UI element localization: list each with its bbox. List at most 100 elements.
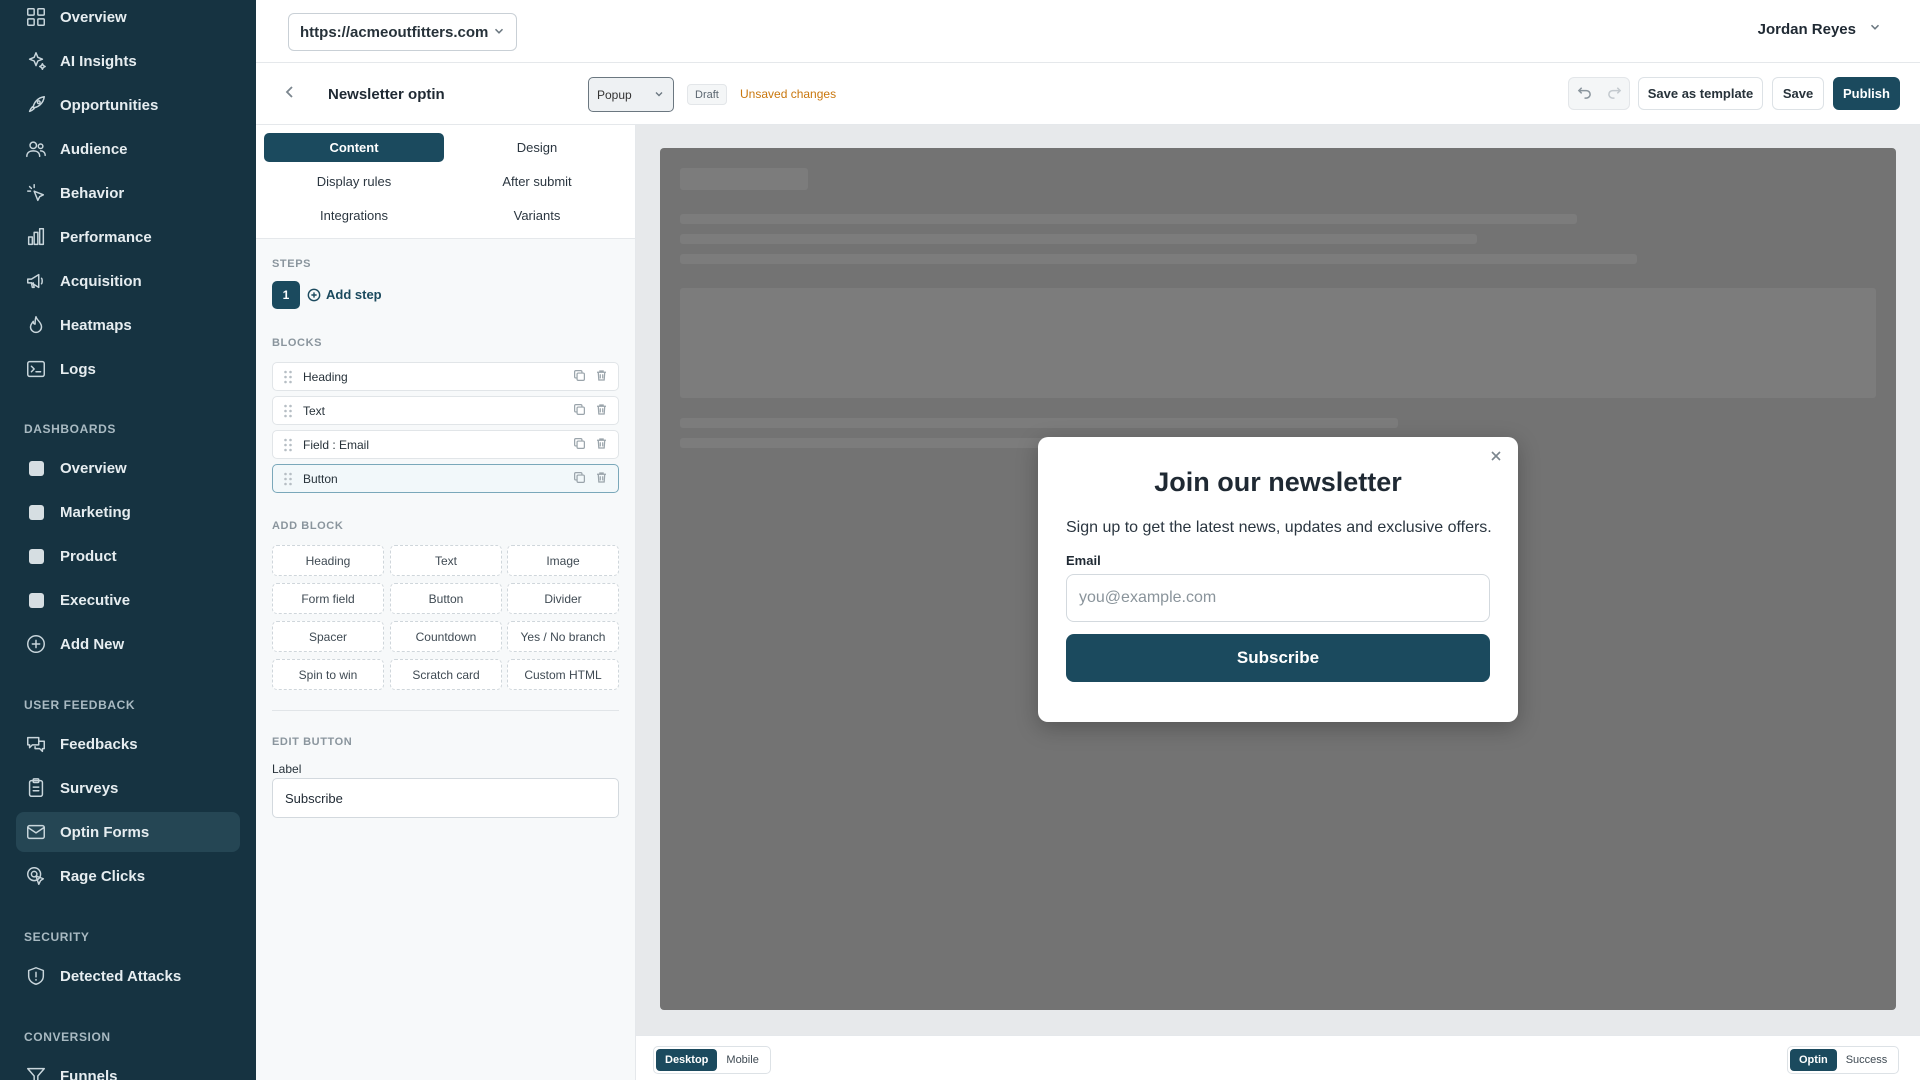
top-bar: https://acmeoutfitters.com Jordan Reyes xyxy=(256,0,1920,63)
popup-subscribe-button[interactable]: Subscribe xyxy=(1066,634,1490,682)
add-block-image[interactable]: Image xyxy=(507,545,619,576)
sidebar-item-opportunities[interactable]: Opportunities xyxy=(16,85,240,125)
sidebar-section-user-feedback: USER FEEDBACK xyxy=(24,698,136,712)
tab-content[interactable]: Content xyxy=(264,133,444,162)
popup-text: Sign up to get the latest news, updates … xyxy=(1066,519,1492,536)
state-toggle: Optin Success xyxy=(1787,1046,1900,1074)
sidebar-item-behavior[interactable]: Behavior xyxy=(16,173,240,213)
add-block-yes-no-branch[interactable]: Yes / No branch xyxy=(507,621,619,652)
popup-email-label: Email xyxy=(1066,553,1101,568)
block-row-heading[interactable]: Heading xyxy=(272,362,619,391)
trash-icon[interactable] xyxy=(590,437,612,450)
undo-icon[interactable] xyxy=(1577,84,1592,104)
sidebar-item-optin-forms[interactable]: Optin Forms xyxy=(16,812,240,852)
back-button[interactable] xyxy=(282,84,302,104)
sidebar-item-detected-attacks[interactable]: Detected Attacks xyxy=(16,956,240,996)
step-1-badge[interactable]: 1 xyxy=(272,281,300,309)
drag-handle-icon[interactable] xyxy=(273,403,303,419)
duplicate-icon[interactable] xyxy=(568,437,590,450)
sidebar-item-feedbacks[interactable]: Feedbacks xyxy=(16,724,240,764)
sidebar-item-heatmaps[interactable]: Heatmaps xyxy=(16,305,240,345)
skeleton-line xyxy=(680,234,1477,244)
duplicate-icon[interactable] xyxy=(568,369,590,382)
device-desktop-button[interactable]: Desktop xyxy=(656,1049,718,1071)
site-url-select[interactable]: https://acmeoutfitters.com xyxy=(288,13,517,51)
sidebar-item-dashboard-overview[interactable]: Overview xyxy=(16,448,240,488)
sidebar-item-label: Heatmaps xyxy=(60,316,132,334)
tab-display-rules[interactable]: Display rules xyxy=(264,167,444,196)
user-menu[interactable]: Jordan Reyes xyxy=(1758,20,1882,38)
add-block-heading[interactable]: Heading xyxy=(272,545,384,576)
sidebar-item-audience[interactable]: Audience xyxy=(16,129,240,169)
clipboard-icon xyxy=(24,776,48,800)
redo-icon[interactable] xyxy=(1607,84,1622,104)
device-toggle: Desktop Mobile xyxy=(653,1046,771,1074)
site-url-value: https://acmeoutfitters.com xyxy=(300,23,489,41)
sidebar-item-label: Behavior xyxy=(60,184,125,202)
trash-icon[interactable] xyxy=(590,471,612,484)
sidebar-item-logs[interactable]: Logs xyxy=(16,349,240,389)
tab-design[interactable]: Design xyxy=(447,133,627,162)
sidebar-item-acquisition[interactable]: Acquisition xyxy=(16,261,240,301)
add-block-scratch-card[interactable]: Scratch card xyxy=(390,659,502,690)
sidebar-item-overview[interactable]: Overview xyxy=(16,0,240,37)
sidebar-item-label: Executive xyxy=(60,591,131,609)
tab-variants[interactable]: Variants xyxy=(447,201,627,230)
user-name: Jordan Reyes xyxy=(1757,20,1856,38)
add-block-text[interactable]: Text xyxy=(390,545,502,576)
add-block-divider[interactable]: Divider xyxy=(507,583,619,614)
popup-heading: Join our newsletter xyxy=(1154,467,1402,497)
form-type-select[interactable]: Popup xyxy=(588,77,674,112)
sidebar-item-dashboard-executive[interactable]: Executive xyxy=(16,580,240,620)
add-block-spacer[interactable]: Spacer xyxy=(272,621,384,652)
state-optin-button[interactable]: Optin xyxy=(1790,1049,1837,1071)
block-row-text[interactable]: Text xyxy=(272,396,619,425)
close-icon[interactable] xyxy=(1490,449,1504,463)
sidebar-item-funnels[interactable]: Funnels xyxy=(16,1056,240,1080)
sidebar-item-rage-clicks[interactable]: Rage Clicks xyxy=(16,856,240,896)
sidebar-item-label: Detected Attacks xyxy=(60,967,182,985)
add-block-form-field[interactable]: Form field xyxy=(272,583,384,614)
trash-icon[interactable] xyxy=(590,403,612,416)
add-step-button[interactable]: Add step xyxy=(307,287,382,302)
state-success-button[interactable]: Success xyxy=(1837,1049,1897,1071)
add-block-custom-html[interactable]: Custom HTML xyxy=(507,659,619,690)
sidebar-item-ai-insights[interactable]: AI Insights xyxy=(16,41,240,81)
publish-button[interactable]: Publish xyxy=(1833,77,1900,110)
add-block-countdown[interactable]: Countdown xyxy=(390,621,502,652)
trash-icon[interactable] xyxy=(590,369,612,382)
grid-icon xyxy=(24,5,48,29)
save-button[interactable]: Save xyxy=(1772,77,1824,110)
drag-handle-icon[interactable] xyxy=(273,471,303,487)
block-row-button[interactable]: Button xyxy=(272,464,619,493)
skeleton-line xyxy=(680,254,1637,264)
duplicate-icon[interactable] xyxy=(568,471,590,484)
sidebar-item-label: Acquisition xyxy=(60,272,142,290)
sidebar-item-surveys[interactable]: Surveys xyxy=(16,768,240,808)
sidebar-item-performance[interactable]: Performance xyxy=(16,217,240,257)
blocks-label: BLOCKS xyxy=(272,337,323,349)
sidebar-add-new[interactable]: Add New xyxy=(16,624,240,664)
duplicate-icon[interactable] xyxy=(568,403,590,416)
sidebar-section-conversion: CONVERSION xyxy=(24,1030,111,1044)
add-block-button[interactable]: Button xyxy=(390,583,502,614)
device-mobile-button[interactable]: Mobile xyxy=(717,1049,767,1071)
sidebar-item-dashboard-product[interactable]: Product xyxy=(16,536,240,576)
add-block-spin-to-win[interactable]: Spin to win xyxy=(272,659,384,690)
tab-after-submit[interactable]: After submit xyxy=(447,167,627,196)
chevron-down-icon xyxy=(653,88,665,103)
block-row-field-email[interactable]: Field : Email xyxy=(272,430,619,459)
sidebar-item-label: Rage Clicks xyxy=(60,867,146,885)
drag-handle-icon[interactable] xyxy=(273,369,303,385)
dashboard-square-icon xyxy=(24,544,48,568)
tab-integrations[interactable]: Integrations xyxy=(264,201,444,230)
save-as-template-button[interactable]: Save as template xyxy=(1638,77,1763,110)
sidebar-item-dashboard-marketing[interactable]: Marketing xyxy=(16,492,240,532)
label-field-label: Label xyxy=(272,762,302,776)
popup-email-input[interactable]: you@example.com xyxy=(1066,574,1490,622)
skeleton-block xyxy=(680,288,1876,398)
label-input[interactable]: Subscribe xyxy=(272,778,619,818)
block-label: Heading xyxy=(303,369,348,384)
drag-handle-icon[interactable] xyxy=(273,437,303,453)
sidebar-item-label: Audience xyxy=(60,140,128,158)
